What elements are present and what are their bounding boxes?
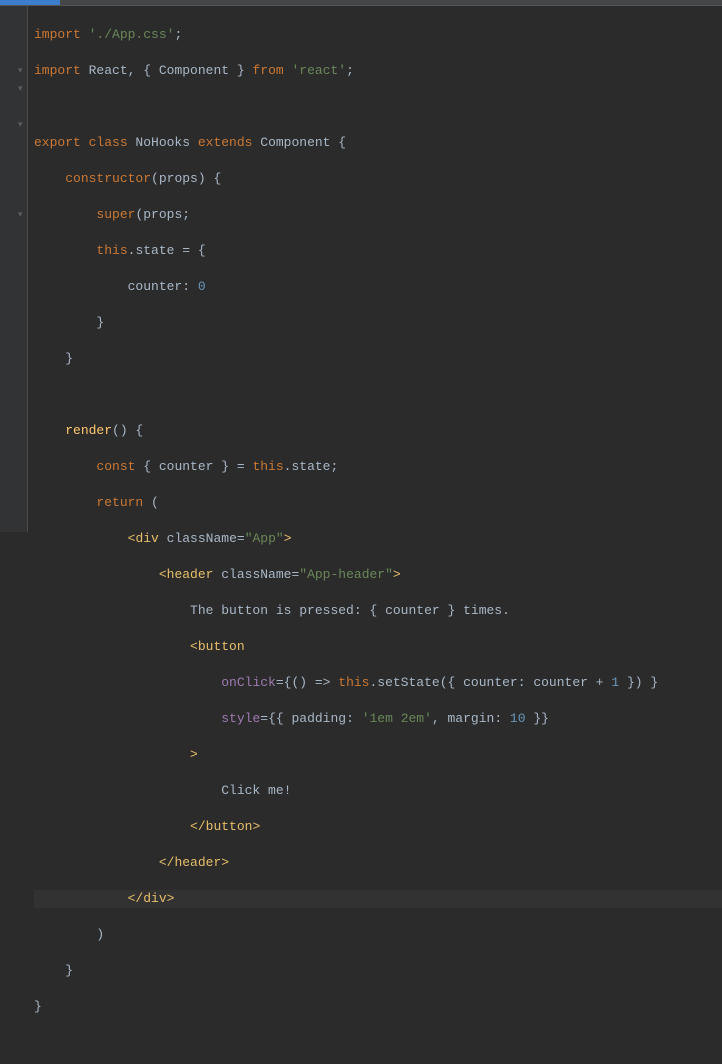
code-line: this.state = {: [34, 242, 722, 260]
code-line: ): [34, 926, 722, 944]
code-line: render() {: [34, 422, 722, 440]
code-line: </header>: [34, 854, 722, 872]
code-line: <div className="App">: [34, 530, 722, 548]
code-line: counter: 0: [34, 278, 722, 296]
code-line: <header className="App-header">: [34, 566, 722, 584]
code-line: export class NoHooks extends Component {: [34, 134, 722, 152]
code-line: import './App.css';: [34, 26, 722, 44]
code-line: style={{ padding: '1em 2em', margin: 10 …: [34, 710, 722, 728]
code-line-current: </div>: [34, 890, 722, 908]
code-line: return (: [34, 494, 722, 512]
fold-marker-icon[interactable]: ▾: [18, 80, 23, 98]
gutter: ▾ ▾ ▾ ▾: [0, 6, 28, 532]
code-line: [34, 386, 722, 404]
code-line: super(props;: [34, 206, 722, 224]
fold-marker-icon[interactable]: ▾: [18, 116, 23, 134]
fold-marker-icon[interactable]: ▾: [18, 62, 23, 80]
code-line: }: [34, 350, 722, 368]
code-line: }: [34, 314, 722, 332]
code-line: constructor(props) {: [34, 170, 722, 188]
code-line: [34, 98, 722, 116]
code-line: >: [34, 746, 722, 764]
code-area[interactable]: import './App.css'; import React, { Comp…: [28, 6, 722, 532]
code-line: import React, { Component } from 'react'…: [34, 62, 722, 80]
code-line: <button: [34, 638, 722, 656]
code-line: The button is pressed: { counter } times…: [34, 602, 722, 620]
code-line: onClick={() => this.setState({ counter: …: [34, 674, 722, 692]
code-editor[interactable]: ▾ ▾ ▾ ▾ import './App.css'; import React…: [0, 6, 722, 532]
code-line: </button>: [34, 818, 722, 836]
code-line: Click me!: [34, 782, 722, 800]
code-line: }: [34, 998, 722, 1016]
code-line: [34, 1034, 722, 1052]
fold-marker-icon[interactable]: ▾: [18, 206, 23, 224]
code-line: const { counter } = this.state;: [34, 458, 722, 476]
code-line: }: [34, 962, 722, 980]
